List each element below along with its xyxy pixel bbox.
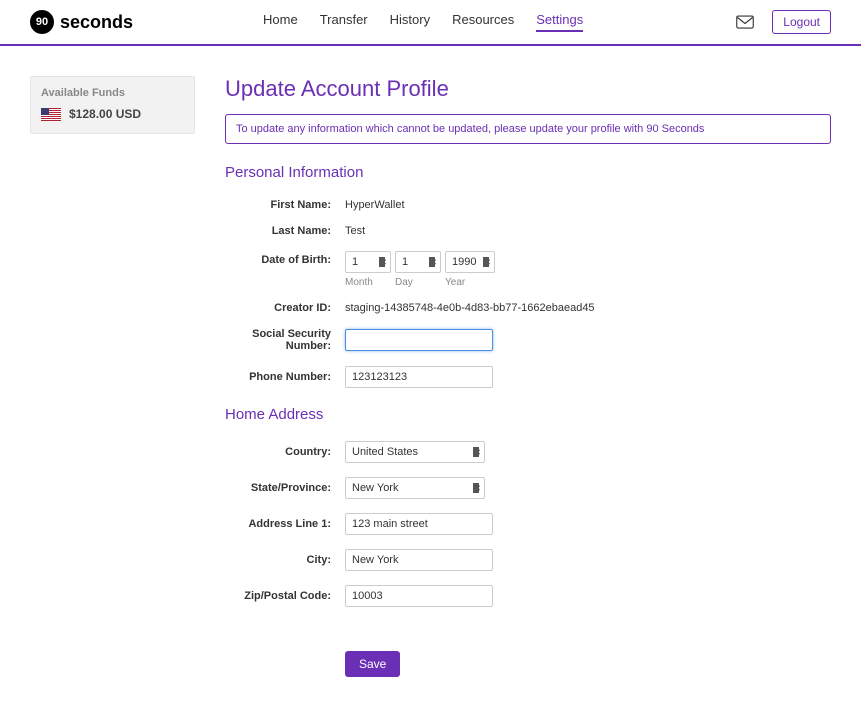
funds-amount: $128.00 USD: [69, 107, 141, 121]
country-select[interactable]: United States: [345, 441, 485, 463]
logout-button[interactable]: Logout: [772, 10, 831, 34]
state-select[interactable]: New York: [345, 477, 485, 499]
sidebar: Available Funds $128.00 USD: [30, 76, 195, 677]
label-addr1: Address Line 1:: [225, 518, 345, 530]
dob-day-select[interactable]: 1: [395, 251, 441, 273]
zip-input[interactable]: [345, 585, 493, 607]
label-year: Year: [445, 277, 495, 288]
label-month: Month: [345, 277, 391, 288]
logo-text: seconds: [60, 12, 133, 33]
nav-home[interactable]: Home: [263, 12, 298, 32]
topbar: 90 seconds Home Transfer History Resourc…: [0, 0, 861, 46]
section-address: Home Address: [225, 406, 831, 423]
main-nav: Home Transfer History Resources Settings: [263, 12, 583, 32]
nav-resources[interactable]: Resources: [452, 12, 514, 32]
mail-icon[interactable]: [736, 15, 754, 29]
dob-year-select[interactable]: 1990: [445, 251, 495, 273]
value-creator-id: staging-14385748-4e0b-4d83-bb77-1662ebae…: [345, 302, 831, 314]
nav-settings[interactable]: Settings: [536, 12, 583, 32]
value-first-name: HyperWallet: [345, 199, 831, 211]
funds-box: Available Funds $128.00 USD: [30, 76, 195, 134]
notice-banner: To update any information which cannot b…: [225, 114, 831, 144]
save-button[interactable]: Save: [345, 651, 400, 677]
logo: 90 seconds: [30, 10, 133, 34]
label-ssn: Social Security Number:: [225, 328, 345, 352]
label-phone: Phone Number:: [225, 371, 345, 383]
label-day: Day: [395, 277, 441, 288]
phone-input[interactable]: [345, 366, 493, 388]
nav-transfer[interactable]: Transfer: [320, 12, 368, 32]
label-country: Country:: [225, 446, 345, 458]
page-title: Update Account Profile: [225, 76, 831, 102]
dob-month-select[interactable]: 1: [345, 251, 391, 273]
label-creator-id: Creator ID:: [225, 302, 345, 314]
label-dob: Date of Birth:: [225, 251, 345, 266]
city-input[interactable]: [345, 549, 493, 571]
label-state: State/Province:: [225, 482, 345, 494]
main-content: Update Account Profile To update any inf…: [225, 76, 831, 677]
label-first-name: First Name:: [225, 199, 345, 211]
label-city: City:: [225, 554, 345, 566]
label-zip: Zip/Postal Code:: [225, 590, 345, 602]
label-last-name: Last Name:: [225, 225, 345, 237]
value-last-name: Test: [345, 225, 831, 237]
logo-badge: 90: [30, 10, 54, 34]
nav-history[interactable]: History: [390, 12, 430, 32]
section-personal: Personal Information: [225, 164, 831, 181]
ssn-input[interactable]: [345, 329, 493, 351]
us-flag-icon: [41, 108, 61, 121]
address1-input[interactable]: [345, 513, 493, 535]
funds-title: Available Funds: [41, 87, 184, 99]
